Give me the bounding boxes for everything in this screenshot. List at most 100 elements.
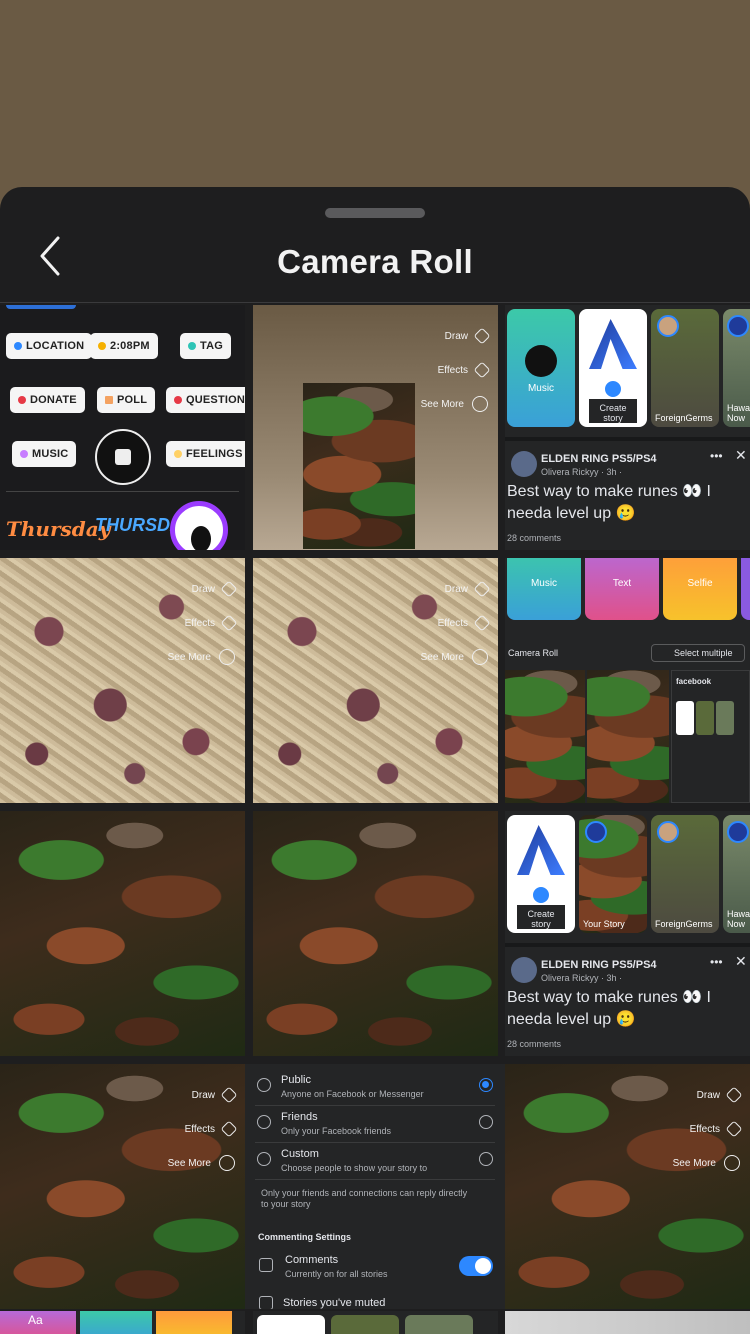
effects-label: Effects — [437, 617, 468, 629]
more-icon: ••• — [710, 449, 723, 463]
photo-thumbnail-facebook-feed-2[interactable]: Create story Your Story ForeignGerms Haw… — [505, 811, 750, 1056]
story-card-music: Music — [507, 309, 575, 427]
draw-tool: Draw — [673, 1078, 743, 1112]
comments-toggle — [459, 1256, 493, 1276]
photo-thumbnail-mussels-2[interactable] — [253, 811, 498, 1056]
sticker-feelings-label: FEELINGS — [186, 448, 243, 460]
effects-tool: Effects — [421, 353, 491, 387]
story-card-foreigngerms: ForeignGerms — [651, 815, 719, 933]
custom-radio — [479, 1152, 493, 1166]
sticker-location-label: LOCATION — [26, 340, 85, 352]
privacy-option-custom: Custom Choose people to show your story … — [255, 1144, 495, 1180]
camera-roll-sheet: Camera Roll LOCATION 2:08PM TAG DONATE P… — [0, 187, 750, 1334]
group-avatar — [511, 957, 537, 983]
draw-icon — [725, 1086, 743, 1104]
friends-label: Friends — [281, 1111, 318, 1123]
muted-label: Stories you've muted — [283, 1297, 386, 1309]
mini-thumb-2 — [587, 670, 669, 803]
select-multiple-mini: Select multiple — [651, 644, 745, 662]
draw-label: Draw — [191, 583, 215, 595]
clock-icon — [98, 342, 106, 350]
smiley-icon — [174, 450, 182, 458]
story-option-music: Music — [507, 558, 581, 620]
effects-tool: Effects — [421, 606, 491, 640]
sparkle-icon — [220, 614, 238, 632]
post-author: Olivera Rickyy · 3h · — [541, 467, 623, 477]
sparkle-icon — [725, 1120, 743, 1138]
photo-thumbnail-mussels-3[interactable]: Draw Effects See More — [0, 1064, 245, 1309]
photo-thumbnail-partial-1[interactable]: Aa — [0, 1311, 245, 1334]
sticker-scream-face — [170, 501, 228, 550]
story-music-label: Music — [527, 383, 555, 394]
friends-desc: Only your Facebook friends — [281, 1126, 392, 1136]
photo-thumbnail-story-edit[interactable]: Draw Effects See More — [253, 305, 498, 550]
see-more-tool: See More — [673, 1146, 740, 1180]
photo-thumbnail-story-picker[interactable]: Music Text Selfie Camera Roll Select mul… — [505, 558, 750, 803]
see-more-label: See More — [420, 651, 464, 663]
divider — [505, 437, 750, 441]
photo-thumbnail-privacy-settings[interactable]: Public Anyone on Facebook or Messenger F… — [245, 1064, 505, 1309]
mini-thumb-1 — [505, 670, 585, 803]
edit-tools: Draw Effects See More — [168, 572, 238, 674]
draw-icon — [220, 1086, 238, 1104]
chevron-down-icon — [472, 649, 488, 665]
story-foreigngerms-label: ForeignGerms — [655, 919, 713, 929]
sparkle-icon — [220, 1120, 238, 1138]
plus-icon — [531, 885, 551, 905]
draw-tool: Draw — [421, 572, 491, 606]
edit-tools: Draw Effects See More — [420, 319, 491, 421]
story-foreigngerms-label: ForeignGerms — [655, 413, 713, 423]
edit-tools: Draw Effects See More — [168, 1078, 238, 1180]
photo-thumbnail-mussels-1[interactable] — [0, 811, 245, 1056]
draw-label: Draw — [444, 583, 468, 595]
camera-roll-mini-label: Camera Roll — [508, 648, 559, 658]
image-icon — [115, 449, 131, 465]
see-more-tool: See More — [168, 640, 235, 674]
photo-thumbnail-mussels-4[interactable]: Draw Effects See More — [505, 1064, 750, 1309]
photo-thumbnail-pizza-1[interactable]: Draw Effects See More — [0, 558, 245, 803]
sticker-music-label: MUSIC — [32, 448, 69, 460]
your-story-label: Your Story — [583, 919, 625, 929]
photo-thumbnail-facebook-feed[interactable]: Music Create story ForeignGerms Hawa Now… — [505, 305, 750, 550]
photo-thumbnail-partial-3[interactable] — [505, 1311, 750, 1334]
story-card-hawaii-now: Hawa Now — [723, 309, 750, 427]
privacy-note: Only your friends and connections can re… — [261, 1188, 468, 1209]
chevron-down-icon — [724, 1155, 740, 1171]
post-group-name: ELDEN RING PS5/PS4 — [541, 453, 657, 465]
sticker-time: 2:08PM — [90, 333, 158, 359]
speech-bubble-icon — [174, 396, 182, 404]
comments-setting: Comments Currently on for all stories — [257, 1252, 505, 1286]
photo-thumbnail-stickers[interactable]: LOCATION 2:08PM TAG DONATE POLL QUESTION — [0, 305, 245, 550]
custom-desc: Choose people to show your story to — [281, 1163, 428, 1173]
effects-tool: Effects — [168, 1112, 238, 1146]
edit-tools: Draw Effects See More — [673, 1078, 743, 1180]
sparkle-icon — [473, 614, 491, 632]
sheet-header: Camera Roll — [0, 187, 750, 303]
close-icon: ✕ — [735, 447, 747, 463]
photo-thumbnail-pizza-2[interactable]: Draw Effects See More — [253, 558, 498, 803]
draw-tool: Draw — [421, 319, 491, 353]
avatar — [585, 821, 607, 843]
story-option-selfie: Selfie — [663, 558, 737, 620]
photo-sticker — [95, 429, 151, 485]
effects-tool: Effects — [168, 606, 238, 640]
story-card-create: Create story — [579, 309, 647, 427]
meta-logo-icon — [517, 825, 565, 875]
post-text: Best way to make runes 👀 I needa level u… — [507, 989, 711, 1028]
post-comments: 28 comments — [507, 533, 562, 543]
more-icon: ••• — [710, 955, 723, 969]
post-author: Olivera Rickyy · 3h · — [541, 973, 623, 983]
see-more-label: See More — [420, 398, 464, 410]
sticker-location: LOCATION — [6, 333, 93, 359]
avatar — [657, 821, 679, 843]
post-text: Best way to make runes 👀 I needa level u… — [507, 483, 711, 522]
custom-label: Custom — [281, 1148, 319, 1160]
commenting-heading: Commenting Settings — [258, 1232, 352, 1242]
globe-icon — [257, 1078, 271, 1092]
select-multiple-label: Select multiple — [674, 648, 733, 658]
photo-thumbnail-partial-2[interactable] — [253, 1311, 498, 1334]
sticker-tag: TAG — [180, 333, 232, 359]
sticker-question-label: QUESTION — [186, 394, 245, 406]
see-more-label: See More — [167, 651, 211, 663]
at-icon — [188, 342, 196, 350]
